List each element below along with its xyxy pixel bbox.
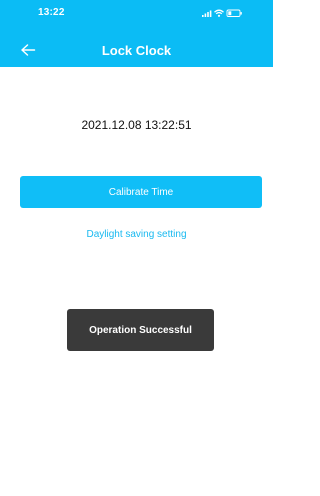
nav-bar: Lock Clock: [0, 30, 273, 67]
battery-icon: [226, 9, 242, 17]
header: 13:22 Lock Clock: [0, 0, 273, 67]
app-screen: 13:22 Lock Clock 2021.12.08 13:22:51 Cal…: [0, 0, 273, 496]
calibrate-time-button[interactable]: Calibrate Time: [20, 176, 262, 208]
page-title: Lock Clock: [101, 43, 172, 58]
daylight-saving-link[interactable]: Daylight saving setting: [0, 229, 273, 240]
success-toast: Operation Successful: [67, 309, 214, 351]
status-time: 13:22: [38, 7, 65, 18]
toast-message: Operation Successful: [89, 324, 192, 336]
wifi-icon: [214, 9, 224, 17]
status-icons: [200, 6, 252, 18]
status-bar: 13:22: [0, 0, 273, 24]
status-icons-svg: [202, 9, 242, 17]
lock-datetime: 2021.12.08 13:22:51: [81, 118, 192, 132]
cellular-signal-icon: [202, 10, 212, 17]
